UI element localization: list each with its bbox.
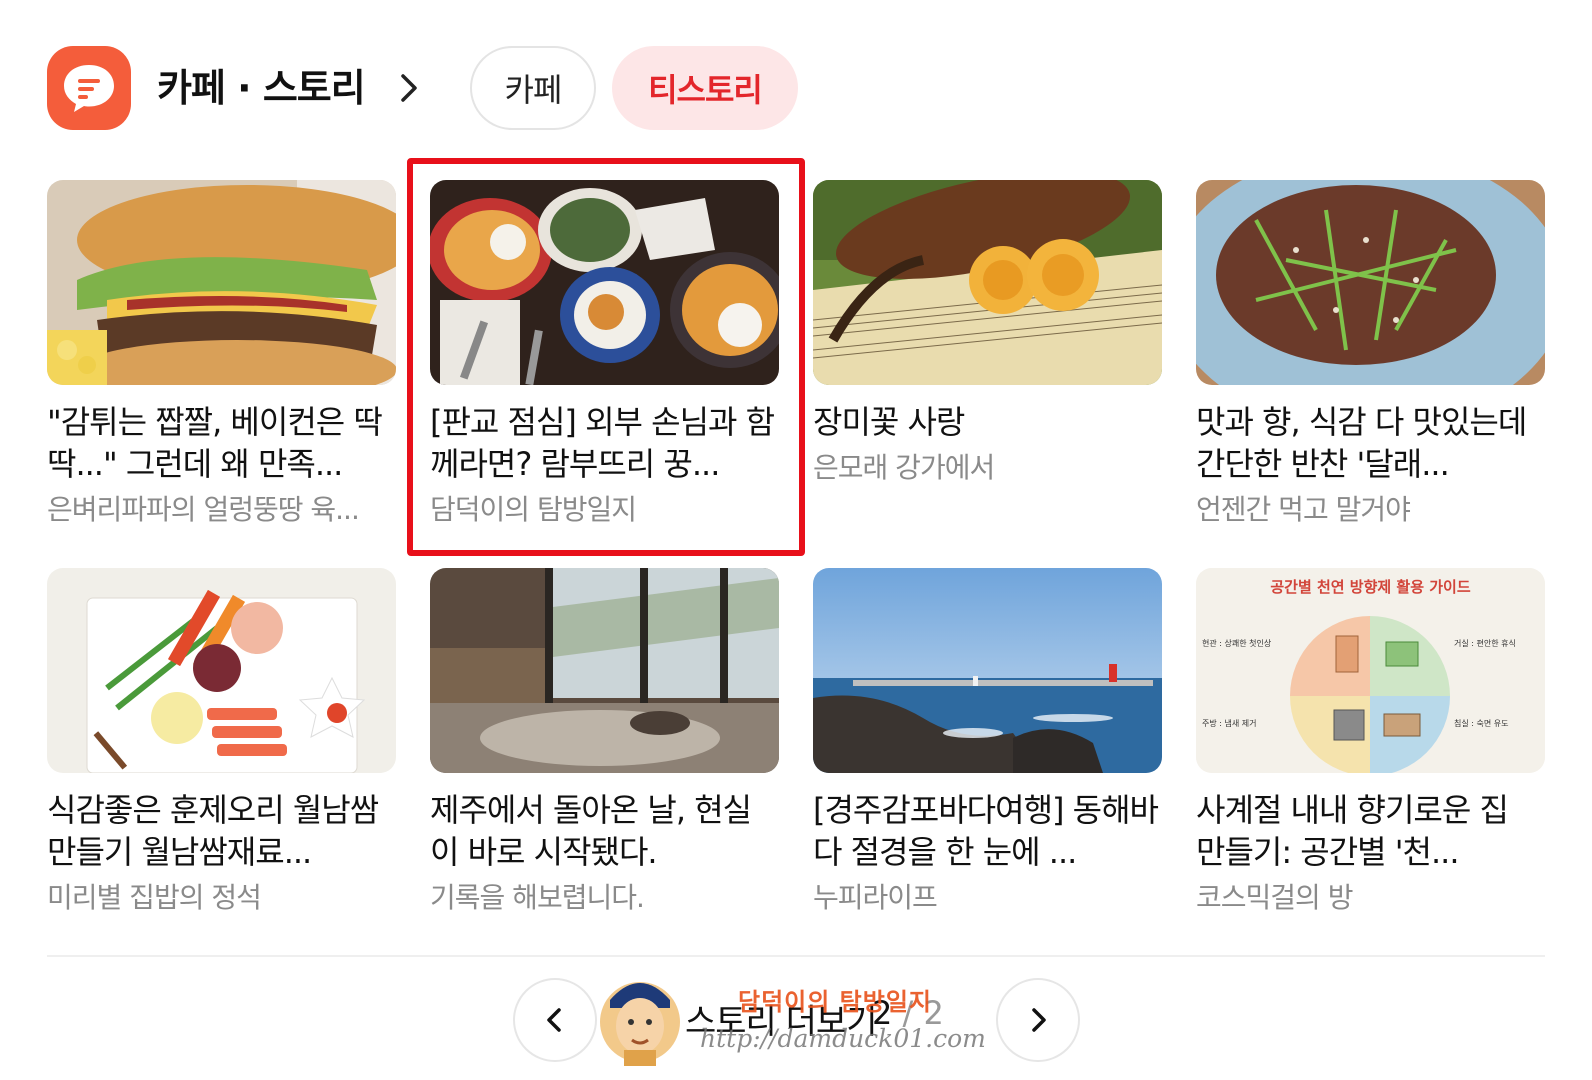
card-source: 기록을 해보렵니다. — [430, 881, 645, 914]
infographic-title: 공간별 천연 방향제 활용 가이드 — [1270, 578, 1471, 596]
story-card[interactable]: 식감좋은 훈제오리 월남쌈 만들기 월남쌈재료... 미리별 집밥의 정석 — [47, 568, 396, 917]
card-title[interactable]: [판교 점심] 외부 손님과 함께라면? 람부뜨리 꿍... — [430, 401, 779, 485]
card-source: 담덕이의 탐방일지 — [430, 493, 637, 526]
card-title[interactable]: "감튀는 짭짤, 베이컨은 딱딱..." 그런데 왜 만족... — [47, 401, 396, 485]
thumbnail-burger[interactable] — [47, 180, 396, 385]
tab-cafe[interactable]: 카페 — [470, 46, 596, 130]
thumbnail-infographic[interactable]: 공간별 천연 방향제 활용 가이드 현관 : 상쾌한 첫인상 거실 : 편안한 … — [1196, 568, 1545, 773]
infographic-label-bedroom: 침실 : 숙면 유도 — [1454, 719, 1509, 728]
story-card[interactable]: 장미꽃 사랑 은모래 강가에서 — [813, 180, 1162, 487]
watermark-avatar-icon — [600, 982, 680, 1066]
thumbnail-spring-rolls[interactable] — [47, 568, 396, 773]
card-source: 은벼리파파의 얼렁뚱땅 육... — [47, 493, 360, 526]
thumbnail-violin-roses[interactable] — [813, 180, 1162, 385]
card-source: 언젠간 먹고 말거야 — [1196, 493, 1411, 526]
watermark-name: 담덕이의 탐방일지 — [738, 987, 932, 1016]
card-title[interactable]: [경주감포바다여행] 동해바다 절경을 한 눈에 ... — [813, 789, 1162, 873]
card-source: 누피라이프 — [813, 881, 938, 914]
thumbnail-thai-food[interactable] — [430, 180, 779, 385]
story-card[interactable]: "감튀는 짭짤, 베이컨은 딱딱..." 그런데 왜 만족... 은벼리파파의 … — [47, 180, 396, 529]
card-title[interactable]: 제주에서 돌아온 날, 현실이 바로 시작됐다. — [430, 789, 779, 873]
tab-tistory[interactable]: 티스토리 — [612, 46, 798, 130]
card-source: 은모래 강가에서 — [813, 451, 995, 484]
next-page-button[interactable] — [996, 978, 1080, 1062]
infographic-label-living: 거실 : 편안한 휴식 — [1454, 639, 1516, 648]
thumbnail-side-dish[interactable] — [1196, 180, 1545, 385]
prev-page-button[interactable] — [513, 978, 597, 1062]
infographic-label-entrance: 현관 : 상쾌한 첫인상 — [1202, 639, 1272, 648]
card-title[interactable]: 장미꽃 사랑 — [813, 401, 1162, 443]
chat-bubble-icon[interactable] — [47, 46, 131, 130]
card-source: 미리별 집밥의 정석 — [47, 881, 262, 914]
divider — [47, 955, 1545, 957]
story-card[interactable]: 공간별 천연 방향제 활용 가이드 현관 : 상쾌한 첫인상 거실 : 편안한 … — [1196, 568, 1545, 917]
card-title[interactable]: 사계절 내내 향기로운 집 만들기: 공간별 '천... — [1196, 789, 1545, 873]
story-card[interactable]: 제주에서 돌아온 날, 현실이 바로 시작됐다. 기록을 해보렵니다. — [430, 568, 779, 917]
infographic-label-kitchen: 주방 : 냄새 제거 — [1202, 719, 1257, 728]
card-title[interactable]: 식감좋은 훈제오리 월남쌈 만들기 월남쌈재료... — [47, 789, 396, 873]
watermark-url: http://damduck01.com — [700, 1024, 986, 1053]
section-title[interactable]: 카페 · 스토리 — [157, 62, 366, 114]
card-source: 코스믹걸의 방 — [1196, 881, 1353, 914]
story-card[interactable]: [판교 점심] 외부 손님과 함께라면? 람부뜨리 꿍... 담덕이의 탐방일지 — [430, 180, 779, 529]
story-card[interactable]: 맛과 향, 식감 다 맛있는데 간단한 반찬 '달래... 언젠간 먹고 말거야 — [1196, 180, 1545, 529]
chevron-left-icon — [547, 1008, 561, 1032]
chevron-right-icon[interactable] — [391, 70, 427, 106]
chevron-right-icon — [1032, 1008, 1046, 1032]
story-card[interactable]: [경주감포바다여행] 동해바다 절경을 한 눈에 ... 누피라이프 — [813, 568, 1162, 917]
card-title[interactable]: 맛과 향, 식감 다 맛있는데 간단한 반찬 '달래... — [1196, 401, 1545, 485]
thumbnail-sea-coast[interactable] — [813, 568, 1162, 773]
section-header: 카페 · 스토리 카페 티스토리 — [47, 46, 947, 130]
thumbnail-window-room[interactable] — [430, 568, 779, 773]
